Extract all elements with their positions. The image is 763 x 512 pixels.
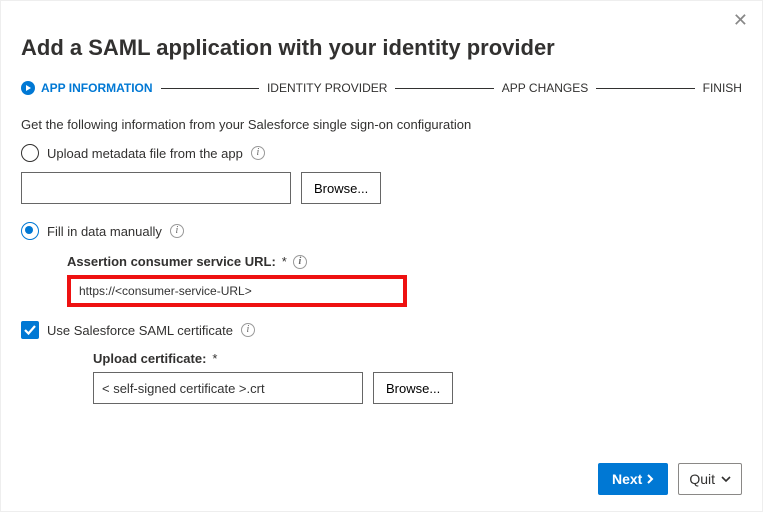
acs-url-label: Assertion consumer service URL: * i bbox=[67, 254, 742, 269]
button-label: Quit bbox=[689, 471, 715, 487]
use-saml-cert-row[interactable]: Use Salesforce SAML certificate i bbox=[21, 321, 742, 339]
label-text: Upload certificate: bbox=[93, 351, 206, 366]
option-upload-metadata[interactable]: Upload metadata file from the app i bbox=[21, 144, 742, 162]
next-button[interactable]: Next bbox=[598, 463, 668, 495]
close-icon[interactable]: ✕ bbox=[733, 11, 748, 29]
chevron-right-icon bbox=[646, 474, 654, 484]
step-app-information: APP INFORMATION bbox=[21, 81, 153, 95]
button-label: Next bbox=[612, 471, 642, 487]
radio-manual[interactable] bbox=[21, 222, 39, 240]
label-text: Assertion consumer service URL: bbox=[67, 254, 276, 269]
step-label: FINISH bbox=[703, 81, 742, 95]
metadata-file-field[interactable] bbox=[21, 172, 291, 204]
info-icon[interactable]: i bbox=[251, 146, 265, 160]
info-icon[interactable]: i bbox=[293, 255, 307, 269]
info-icon[interactable]: i bbox=[241, 323, 255, 337]
chevron-down-icon bbox=[721, 475, 731, 483]
acs-url-input[interactable] bbox=[67, 275, 407, 307]
step-connector bbox=[395, 88, 493, 89]
upload-cert-label: Upload certificate: * bbox=[93, 351, 742, 366]
radio-upload-metadata[interactable] bbox=[21, 144, 39, 162]
browse-metadata-button[interactable]: Browse... bbox=[301, 172, 381, 204]
step-label: APP CHANGES bbox=[502, 81, 588, 95]
intro-text: Get the following information from your … bbox=[21, 117, 742, 132]
step-connector bbox=[161, 88, 259, 89]
quit-button[interactable]: Quit bbox=[678, 463, 742, 495]
info-icon[interactable]: i bbox=[170, 224, 184, 238]
step-app-changes: APP CHANGES bbox=[502, 81, 588, 95]
step-label: IDENTITY PROVIDER bbox=[267, 81, 387, 95]
browse-certificate-button[interactable]: Browse... bbox=[373, 372, 453, 404]
option-manual[interactable]: Fill in data manually i bbox=[21, 222, 742, 240]
use-saml-cert-checkbox[interactable] bbox=[21, 321, 39, 339]
certificate-file-field[interactable] bbox=[93, 372, 363, 404]
step-identity-provider: IDENTITY PROVIDER bbox=[267, 81, 387, 95]
required-asterisk: * bbox=[282, 254, 287, 269]
option-label: Fill in data manually bbox=[47, 224, 162, 239]
play-icon bbox=[21, 81, 35, 95]
step-finish: FINISH bbox=[703, 81, 742, 95]
checkbox-label: Use Salesforce SAML certificate bbox=[47, 323, 233, 338]
required-asterisk: * bbox=[212, 351, 217, 366]
step-connector bbox=[596, 88, 694, 89]
wizard-stepper: APP INFORMATION IDENTITY PROVIDER APP CH… bbox=[21, 81, 742, 95]
option-label: Upload metadata file from the app bbox=[47, 146, 243, 161]
step-label: APP INFORMATION bbox=[41, 81, 153, 95]
dialog-title: Add a SAML application with your identit… bbox=[21, 35, 742, 61]
